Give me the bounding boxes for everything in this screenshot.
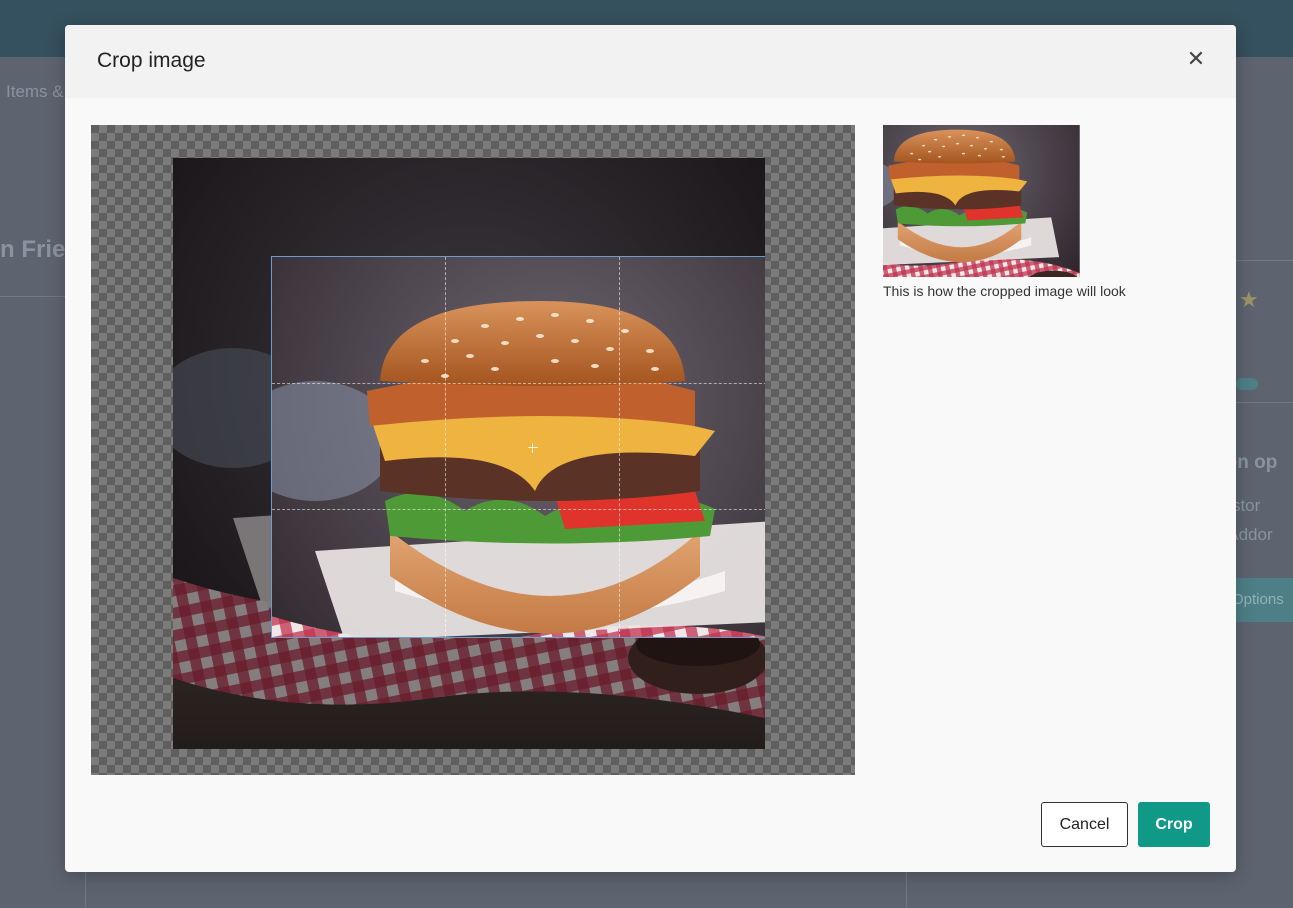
star-icon: ★ [1239,287,1259,312]
cancel-button[interactable]: Cancel [1041,802,1128,847]
crop-selection[interactable] [271,256,765,638]
crop-canvas[interactable] [91,125,855,775]
toggle-switch [1236,378,1258,390]
crop-guide-line [272,509,765,510]
preview-caption: This is how the cropped image will look [883,283,1126,299]
close-icon[interactable]: ✕ [1182,45,1210,73]
card-border [85,872,86,908]
divider [1236,402,1293,403]
crop-image-dialog: Crop image ✕ This is how the cropped ima… [65,25,1236,872]
crop-center-icon [528,443,538,453]
divider [0,296,66,297]
crop-preview [883,125,1091,277]
breadcrumb: Items & [6,82,64,101]
source-image [173,158,765,749]
crop-guide-line [619,257,620,637]
crop-selection-image [271,256,765,638]
dialog-title: Crop image [97,49,206,72]
crop-guide-line [272,383,765,384]
card-border [906,872,907,908]
crop-button[interactable]: Crop [1138,802,1210,847]
dialog-header: Crop image ✕ [65,25,1236,98]
divider [1236,260,1293,261]
crop-guide-line [445,257,446,637]
